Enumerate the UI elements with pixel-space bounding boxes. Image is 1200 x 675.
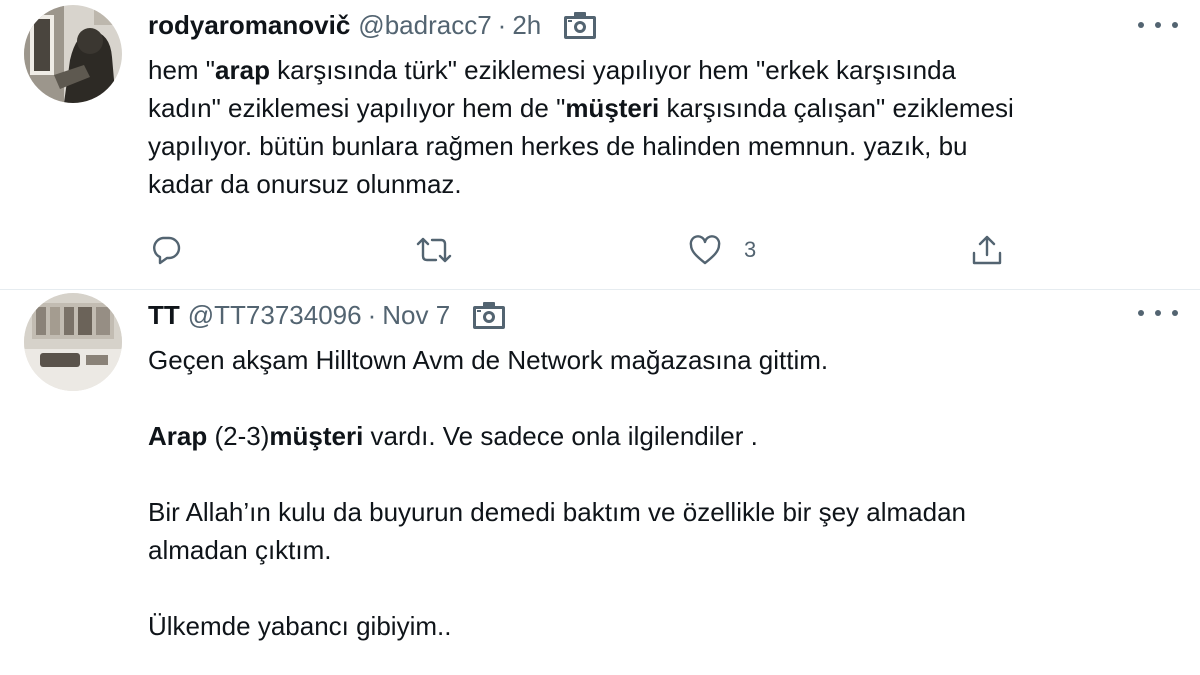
more-options-icon[interactable] [1138, 303, 1178, 323]
retweet-button[interactable] [414, 228, 454, 272]
author-handle[interactable]: @badracc7 [358, 10, 491, 41]
highlight-keyword: müşteri [269, 421, 364, 451]
highlight-keyword: müşteri [565, 93, 660, 123]
separator-dot: · [497, 9, 507, 40]
avatar[interactable] [24, 293, 122, 391]
tweet-line: hem "arap karşısında türk" eziklemesi ya… [148, 55, 956, 85]
tweet-actions: 3 [0, 228, 1200, 272]
tweet-paragraph: Arap (2-3)müşteri vardı. Ve sadece onla … [148, 421, 758, 451]
tweet[interactable]: TT @TT73734096 · Nov 7 Geçen akşam Hillt… [0, 291, 1200, 675]
share-button[interactable] [970, 228, 1004, 272]
tweet-header: rodyaromanovič @badracc7 · 2h [148, 5, 597, 45]
reply-icon [153, 236, 181, 265]
tweet-line: kadar da onursuz olunmaz. [148, 169, 462, 199]
reply-button[interactable] [150, 228, 182, 272]
tweet[interactable]: rodyaromanovič @badracc7 · 2h hem "arap … [0, 0, 1200, 290]
like-button[interactable]: 3 [688, 228, 756, 272]
tweet-paragraph: Geçen akşam Hilltown Avm de Network mağa… [148, 345, 829, 375]
tweet-header: TT @TT73734096 · Nov 7 [148, 295, 506, 335]
tweet-line: yapılıyor. bütün bunlara rağmen herkes d… [148, 131, 968, 161]
tweet-text: hem "arap karşısında türk" eziklemesi ya… [148, 51, 1178, 203]
share-icon [972, 235, 1002, 265]
like-icon [689, 235, 721, 265]
tweet-line: kadın" eziklemesi yapılıyor hem de "müşt… [148, 93, 1014, 123]
like-count: 3 [744, 237, 757, 262]
tweet-paragraph: Ülkemde yabancı gibiyim.. [148, 611, 452, 641]
avatar[interactable] [24, 5, 122, 103]
retweet-icon [416, 237, 452, 263]
tweet-divider [0, 289, 1200, 290]
author-name[interactable]: rodyaromanovič [148, 10, 350, 41]
timestamp[interactable]: Nov 7 [382, 300, 450, 331]
camera-icon [472, 300, 506, 330]
tweet-text: Geçen akşam Hilltown Avm de Network mağa… [148, 341, 1178, 645]
avatar-image [24, 5, 122, 103]
avatar-image [24, 293, 122, 391]
camera-icon [563, 10, 597, 40]
tweet-paragraph: Bir Allah’ın kulu da buyurun demedi bakt… [148, 497, 966, 565]
author-handle[interactable]: @TT73734096 [188, 300, 362, 331]
highlight-keyword: arap [215, 55, 270, 85]
highlight-keyword: Arap [148, 421, 208, 451]
more-options-icon[interactable] [1138, 15, 1178, 35]
timestamp[interactable]: 2h [512, 10, 541, 41]
author-name[interactable]: TT [148, 300, 180, 331]
separator-dot: · [367, 299, 377, 330]
